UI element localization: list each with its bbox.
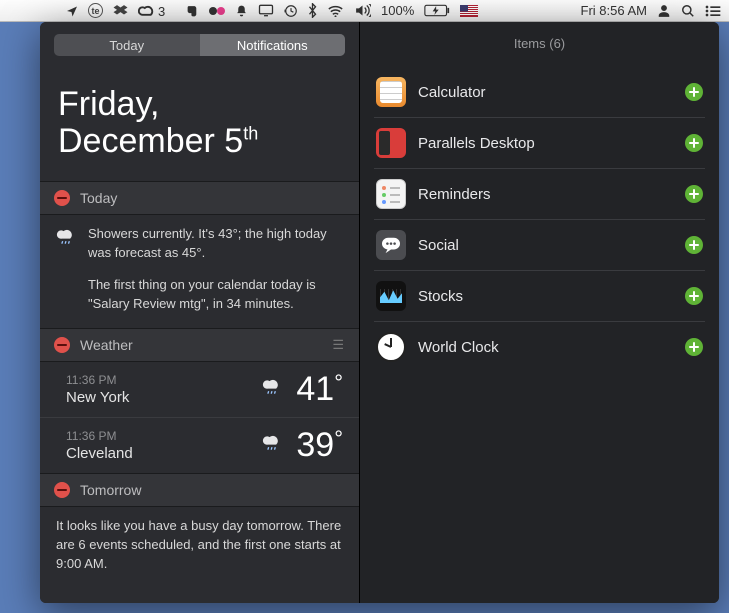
weather-list: 11:36 PM New York 41° 11:36 PM Cleveland… xyxy=(40,362,359,473)
add-widget-button[interactable] xyxy=(685,83,703,101)
today-weather-text: Showers currently. It's 43°; the high to… xyxy=(88,225,343,263)
menubar-list-icon[interactable] xyxy=(705,5,721,17)
social-icon xyxy=(376,230,406,260)
widget-item-reminders: Reminders xyxy=(374,169,705,220)
date-header: Friday, December 5th xyxy=(40,62,359,181)
section-title-tomorrow: Tomorrow xyxy=(80,482,141,498)
widgets-pane: Items (6) Calculator Parallels Desktop R… xyxy=(360,22,719,603)
bluetooth-icon[interactable] xyxy=(308,3,317,18)
widget-item-stocks: Stocks xyxy=(374,271,705,322)
flickr-icon[interactable] xyxy=(209,6,225,16)
menubar-clock[interactable]: Fri 8:56 AM xyxy=(581,3,647,18)
add-widget-button[interactable] xyxy=(685,287,703,305)
widget-item-parallels: Parallels Desktop xyxy=(374,118,705,169)
weather-showers-icon xyxy=(262,433,282,458)
widget-item-calculator: Calculator xyxy=(374,67,705,118)
section-header-tomorrow: Tomorrow xyxy=(40,473,359,507)
notification-center-panel: Today Notifications Friday, December 5th… xyxy=(40,22,719,603)
tab-notifications[interactable]: Notifications xyxy=(200,34,346,56)
volume-icon[interactable] xyxy=(354,4,371,17)
items-header: Items (6) xyxy=(360,22,719,67)
evernote-icon[interactable] xyxy=(186,4,199,18)
item-label: World Clock xyxy=(418,339,673,356)
calculator-icon xyxy=(376,77,406,107)
reorder-icon[interactable]: ☰ xyxy=(332,337,345,353)
weather-temp: 41° xyxy=(296,370,343,409)
weather-time: 11:36 PM xyxy=(66,429,133,443)
add-widget-button[interactable] xyxy=(685,185,703,203)
tab-segmented-control: Today Notifications xyxy=(54,34,345,56)
add-widget-button[interactable] xyxy=(685,236,703,254)
section-header-today: Today xyxy=(40,181,359,215)
section-header-weather: Weather ☰ xyxy=(40,328,359,362)
date-line2: December 5 xyxy=(58,122,243,160)
weather-showers-icon xyxy=(262,377,282,402)
add-widget-button[interactable] xyxy=(685,338,703,356)
section-title-today: Today xyxy=(80,190,117,206)
location-icon[interactable] xyxy=(66,5,78,17)
today-pane: Today Notifications Friday, December 5th… xyxy=(40,22,360,603)
parallels-icon xyxy=(376,128,406,158)
dropbox-icon[interactable] xyxy=(113,4,128,18)
weather-temp: 39° xyxy=(296,426,343,465)
creative-cloud-badge: 3 xyxy=(158,4,165,19)
widget-item-social: Social xyxy=(374,220,705,271)
tomorrow-summary-text: It looks like you have a busy day tomorr… xyxy=(40,507,359,588)
remove-today-button[interactable] xyxy=(54,190,70,206)
wifi-icon[interactable] xyxy=(327,5,344,17)
items-list: Calculator Parallels Desktop Reminders S… xyxy=(360,67,719,372)
item-label: Stocks xyxy=(418,288,673,305)
weather-time: 11:36 PM xyxy=(66,373,129,387)
add-widget-button[interactable] xyxy=(685,134,703,152)
item-label: Social xyxy=(418,237,673,254)
weather-city: Cleveland xyxy=(66,445,133,462)
weather-city: New York xyxy=(66,389,129,406)
flag-icon[interactable] xyxy=(460,5,478,17)
item-label: Calculator xyxy=(418,84,673,101)
reminders-icon xyxy=(376,179,406,209)
date-ordinal: th xyxy=(243,124,258,144)
item-label: Reminders xyxy=(418,186,673,203)
remove-tomorrow-button[interactable] xyxy=(54,482,70,498)
spotlight-icon[interactable] xyxy=(681,4,695,18)
menu-bar: te 3 100% Fri 8:56 AM xyxy=(0,0,729,22)
time-machine-icon[interactable] xyxy=(284,4,298,18)
date-line1: Friday, xyxy=(58,86,341,123)
te-icon[interactable]: te xyxy=(88,3,103,18)
section-title-weather: Weather xyxy=(80,337,133,353)
world-clock-icon xyxy=(376,332,406,362)
battery-icon[interactable] xyxy=(424,4,450,17)
widget-item-world-clock: World Clock xyxy=(374,322,705,372)
today-summary-block: Showers currently. It's 43°; the high to… xyxy=(40,215,359,328)
user-icon[interactable] xyxy=(657,4,671,18)
weather-showers-icon xyxy=(56,227,76,263)
display-icon[interactable] xyxy=(258,4,274,17)
creative-cloud-icon[interactable]: 3 xyxy=(138,5,156,17)
weather-row[interactable]: 11:36 PM New York 41° xyxy=(40,362,359,417)
tab-today[interactable]: Today xyxy=(54,34,200,56)
notifications-bell-icon[interactable] xyxy=(235,4,248,18)
remove-weather-button[interactable] xyxy=(54,337,70,353)
battery-percent: 100% xyxy=(381,3,414,18)
today-calendar-text: The first thing on your calendar today i… xyxy=(56,276,343,314)
item-label: Parallels Desktop xyxy=(418,135,673,152)
stocks-icon xyxy=(376,281,406,311)
weather-row[interactable]: 11:36 PM Cleveland 39° xyxy=(40,417,359,473)
